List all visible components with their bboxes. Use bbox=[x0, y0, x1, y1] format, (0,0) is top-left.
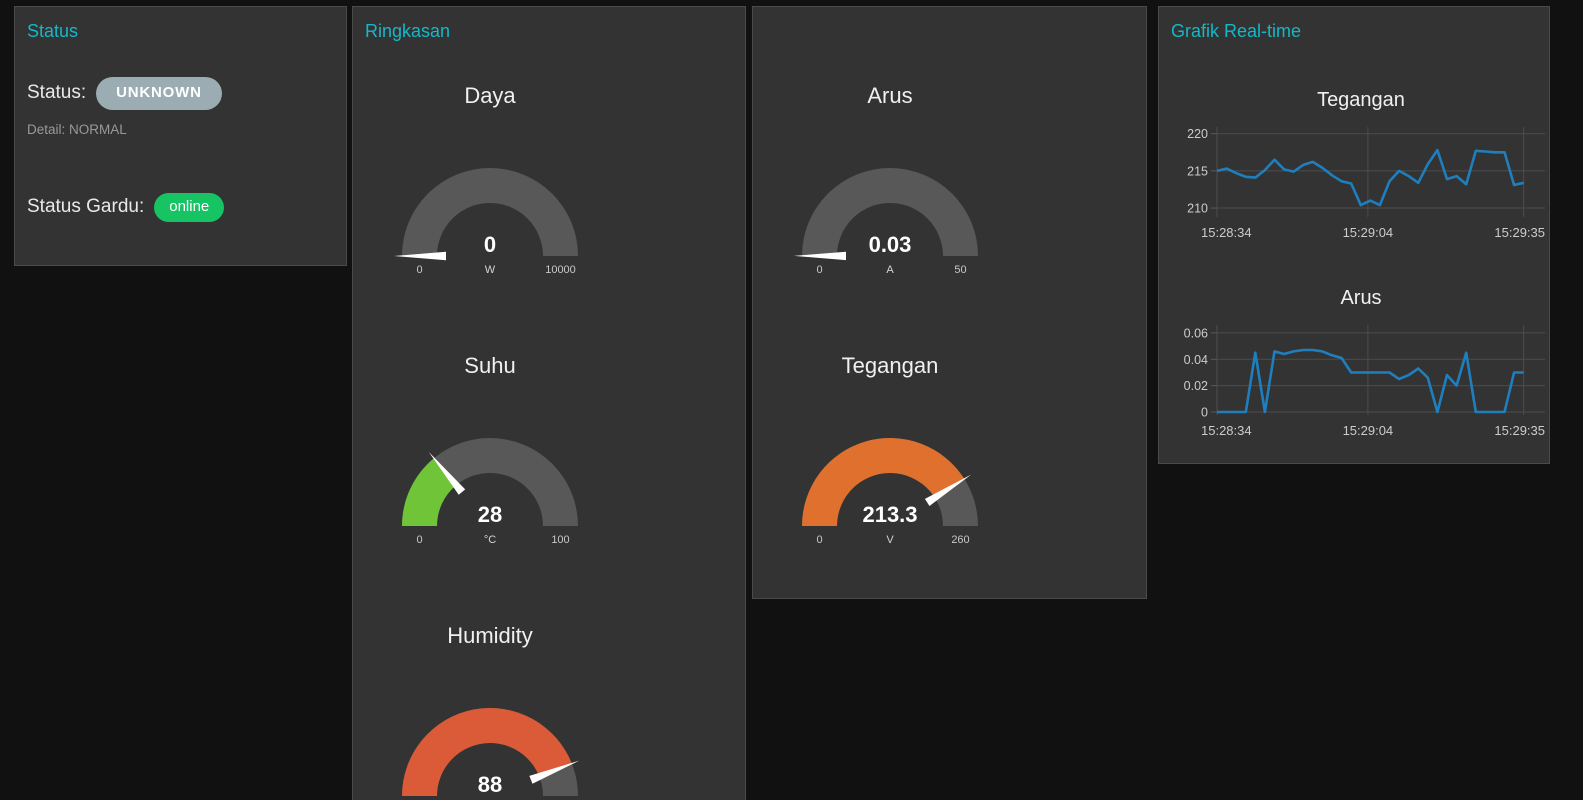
svg-text:0.06: 0.06 bbox=[1184, 326, 1208, 340]
grafik-panel: Grafik Real-time Tegangan 210 215 220 15:28… bbox=[1158, 6, 1550, 464]
gauge-daya-canvas: 0 W 0 10000 bbox=[365, 161, 615, 283]
svg-text:0: 0 bbox=[416, 534, 422, 546]
gauge-suhu-title: Suhu bbox=[365, 351, 615, 381]
gauge-humidity-canvas: 880100 bbox=[365, 701, 615, 800]
status-panel: Status Status: UNKNOWN Detail: NORMAL St… bbox=[14, 6, 347, 266]
svg-text:0: 0 bbox=[1201, 406, 1208, 420]
svg-text:100: 100 bbox=[551, 534, 569, 546]
svg-text:15:28:34: 15:28:34 bbox=[1201, 423, 1252, 438]
svg-text:15:29:04: 15:29:04 bbox=[1343, 423, 1394, 438]
gardu-row: Status Gardu: online bbox=[27, 193, 334, 222]
gauge-suhu: Suhu 28 °C 0 100 bbox=[365, 351, 615, 553]
chart-tegangan-canvas: 210 215 220 15:28:34 15:29:04 15:29:35 bbox=[1171, 119, 1551, 247]
svg-text:W: W bbox=[485, 264, 496, 276]
status-row: Status: UNKNOWN bbox=[27, 77, 334, 110]
gauge-humidity: Humidity 880100 bbox=[365, 621, 615, 800]
gauge-arus-title: Arus bbox=[765, 81, 1015, 111]
status-badge: UNKNOWN bbox=[96, 77, 222, 110]
svg-text:220: 220 bbox=[1187, 127, 1208, 141]
status-panel-title: Status bbox=[27, 17, 334, 45]
svg-text:28: 28 bbox=[478, 502, 502, 527]
gardu-badge: online bbox=[154, 193, 224, 222]
gauge-humidity-title: Humidity bbox=[365, 621, 615, 651]
ringkasan-panel-title: Ringkasan bbox=[365, 17, 733, 45]
ringkasan-panel: Ringkasan Daya 0 W 0 10000 Suhu 28 °C 0 100 Hu… bbox=[352, 6, 746, 800]
gauge-arus-canvas: 0.03 A 0 50 bbox=[765, 161, 1015, 283]
svg-text:15:29:04: 15:29:04 bbox=[1343, 225, 1394, 240]
gauge-suhu-canvas: 28 °C 0 100 bbox=[365, 431, 615, 553]
svg-text:15:28:34: 15:28:34 bbox=[1201, 225, 1252, 240]
svg-text:0: 0 bbox=[416, 264, 422, 276]
chart-arus-title: Arus bbox=[1171, 283, 1551, 313]
svg-text:0.02: 0.02 bbox=[1184, 379, 1208, 393]
svg-text:0: 0 bbox=[484, 232, 496, 257]
svg-text:15:29:35: 15:29:35 bbox=[1494, 423, 1545, 438]
svg-text:260: 260 bbox=[951, 534, 969, 546]
svg-text:0.04: 0.04 bbox=[1184, 353, 1208, 367]
svg-text:88: 88 bbox=[478, 772, 502, 797]
gauge-tegangan-title: Tegangan bbox=[765, 351, 1015, 381]
svg-text:°C: °C bbox=[484, 534, 496, 546]
svg-text:210: 210 bbox=[1187, 202, 1208, 216]
chart-arus-canvas: 0 0.02 0.04 0.06 15:28:34 15:29:04 15:29:35 bbox=[1171, 317, 1551, 445]
gauge-tegangan-canvas: 213.3 V 0 260 bbox=[765, 431, 1015, 553]
chart-tegangan-title: Tegangan bbox=[1171, 85, 1551, 115]
svg-text:A: A bbox=[886, 264, 894, 276]
svg-text:0.03: 0.03 bbox=[869, 232, 912, 257]
status-detail: Detail: NORMAL bbox=[27, 122, 334, 137]
svg-text:15:29:35: 15:29:35 bbox=[1494, 225, 1545, 240]
gardu-label: Status Gardu: bbox=[27, 196, 144, 218]
meters-panel: Arus 0.03 A 0 50 Tegangan 213.3 V 0 260 bbox=[752, 6, 1147, 599]
dashboard: Status Status: UNKNOWN Detail: NORMAL St… bbox=[0, 0, 1583, 800]
svg-text:V: V bbox=[886, 534, 894, 546]
svg-text:215: 215 bbox=[1187, 164, 1208, 178]
grafik-panel-title: Grafik Real-time bbox=[1171, 17, 1537, 45]
svg-text:0: 0 bbox=[816, 534, 822, 546]
svg-text:10000: 10000 bbox=[545, 264, 576, 276]
gauge-arus: Arus 0.03 A 0 50 bbox=[765, 81, 1015, 283]
chart-arus: Arus 0 0.02 0.04 0.06 15:28:34 15:29:04 15:29:… bbox=[1171, 283, 1551, 445]
meters-panel-title bbox=[765, 17, 1134, 45]
gauge-daya: Daya 0 W 0 10000 bbox=[365, 81, 615, 283]
status-label: Status: bbox=[27, 82, 86, 104]
svg-text:213.3: 213.3 bbox=[862, 502, 917, 527]
svg-text:50: 50 bbox=[954, 264, 966, 276]
gauge-tegangan: Tegangan 213.3 V 0 260 bbox=[765, 351, 1015, 553]
svg-text:0: 0 bbox=[816, 264, 822, 276]
gauge-daya-title: Daya bbox=[365, 81, 615, 111]
chart-tegangan: Tegangan 210 215 220 15:28:34 15:29:04 15:29:… bbox=[1171, 85, 1551, 247]
